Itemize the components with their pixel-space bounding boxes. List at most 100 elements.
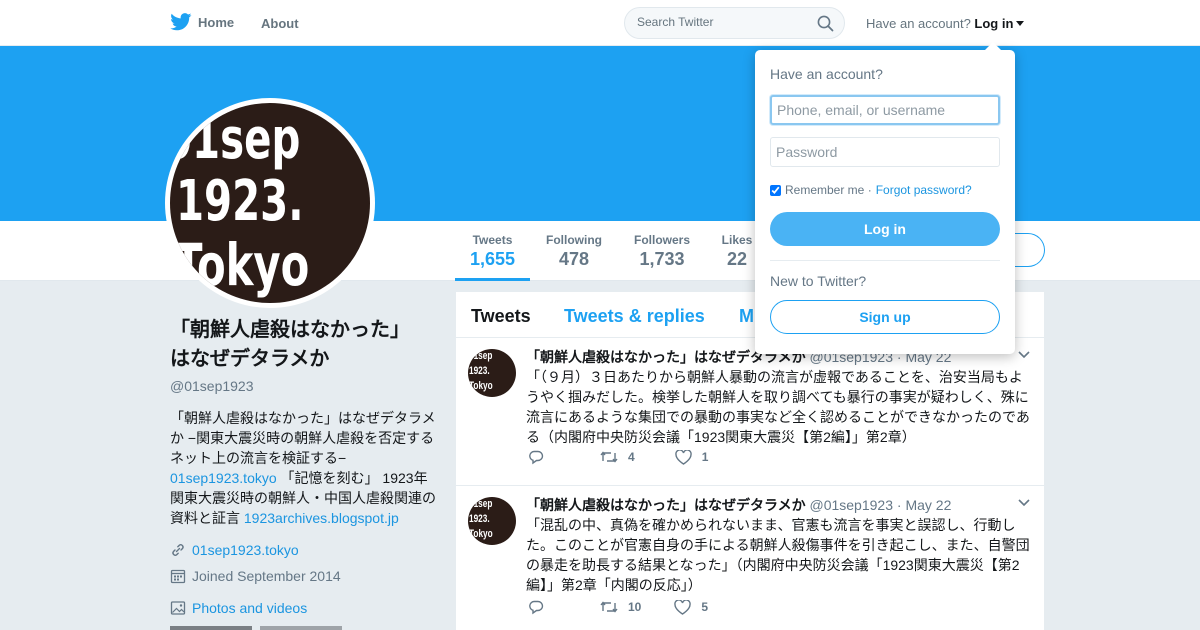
profile-joined-date: Joined September 2014 <box>192 568 341 584</box>
heart-icon <box>674 449 692 465</box>
tweet-author-name[interactable]: 「朝鮮人虐殺はなかった」はなぜデタラメか <box>526 497 806 513</box>
avatar-text-line: 1923. <box>469 513 490 525</box>
username-field[interactable] <box>770 95 1000 125</box>
login-dropdown-toggle[interactable]: Log in <box>974 16 1025 31</box>
tweet-text: 「混乱の中、真偽を確かめられないまま、官憲も流言を事実と誤認し、行動した。このこ… <box>526 517 1030 593</box>
reply-icon <box>529 600 544 615</box>
new-to-twitter-text: New to Twitter? <box>770 273 867 289</box>
stat-value: 22 <box>726 249 748 269</box>
search-box[interactable] <box>624 7 845 39</box>
avatar-text-line: 1923. <box>176 169 304 234</box>
login-button[interactable]: Log in <box>770 212 1000 246</box>
bio-text: 「朝鮮人虐殺はなかった」はなぜデタラメか −関東大震災時の朝鮮人虐殺を否定するネ… <box>170 410 436 466</box>
like-button[interactable]: 1 <box>674 449 709 465</box>
retweet-count: 10 <box>628 600 642 614</box>
dropdown-divider <box>770 260 1000 261</box>
tweet-date[interactable]: · May 22 <box>897 497 951 513</box>
retweet-button[interactable]: 4 <box>600 450 635 464</box>
stat-tweets[interactable]: Tweets 1,655 <box>455 233 530 281</box>
photo-thumbnail[interactable] <box>260 626 342 630</box>
search-input[interactable] <box>637 15 807 29</box>
profile-name-line: はなぜデタラメか <box>170 348 330 370</box>
tweet[interactable]: 01sep 1923. Tokyo 「朝鮮人虐殺はなかった」はなぜデタラメか @… <box>456 339 1044 486</box>
signup-button[interactable]: Sign up <box>770 300 1000 334</box>
stat-value: 478 <box>558 249 590 269</box>
retweet-icon <box>600 601 618 613</box>
remember-me-checkbox[interactable] <box>770 184 781 196</box>
tweet-author-handle[interactable]: @01sep1923 <box>809 497 893 513</box>
stat-label: Likes <box>721 233 753 247</box>
bio-link[interactable]: 1923archives.blogspot.jp <box>244 510 399 526</box>
reply-button[interactable] <box>528 599 544 615</box>
profile-website-link[interactable]: 01sep1923.tokyo <box>192 542 299 558</box>
remember-me-label[interactable]: Remember me · <box>785 183 872 197</box>
avatar-text-line: Tokyo <box>469 528 493 540</box>
avatar-text-line: Tokyo <box>469 380 493 392</box>
reply-icon <box>529 450 544 465</box>
photos-videos-link[interactable]: Photos and videos <box>192 600 307 616</box>
search-icon[interactable] <box>817 15 834 32</box>
stat-likes[interactable]: Likes 22 <box>716 233 758 270</box>
dropdown-title: Have an account? <box>770 66 883 82</box>
password-field[interactable] <box>770 137 1000 167</box>
nav-home-link[interactable]: Home <box>170 13 234 31</box>
profile-name-line: 「朝鮮人虐殺はなかった」 <box>170 319 410 341</box>
avatar-text-line: 1923. <box>469 365 490 377</box>
bio-link[interactable]: 01sep1923.tokyo <box>170 470 277 486</box>
profile-sidebar: 「朝鮮人虐殺はなかった」 はなぜデタラメか @01sep1923 「朝鮮人虐殺は… <box>170 316 440 630</box>
stat-label: Followers <box>633 233 690 247</box>
profile-website-row: 01sep1923.tokyo <box>170 542 440 558</box>
account-prompt: Have an account? Log in <box>866 16 1025 31</box>
avatar-text-line: 01sep <box>469 350 493 362</box>
chevron-down-icon[interactable] <box>1018 499 1030 507</box>
reply-button[interactable] <box>528 449 544 465</box>
remember-row: Remember me · Forgot password? <box>770 183 972 197</box>
tab-media[interactable]: M <box>739 306 754 327</box>
like-count: 1 <box>701 450 709 464</box>
nav-home-label: Home <box>198 14 235 30</box>
link-icon <box>172 544 184 556</box>
nav-about-link[interactable]: About <box>261 16 299 31</box>
twitter-bird-icon <box>170 13 192 31</box>
avatar-text-line: Tokyo <box>174 231 310 299</box>
photo-thumbnail[interactable] <box>170 626 252 630</box>
avatar-text-line: 01sep <box>170 107 301 172</box>
retweet-icon <box>600 451 618 463</box>
have-account-text: Have an account? <box>866 16 971 31</box>
calendar-icon <box>170 569 186 584</box>
photos-videos-row: Photos and videos <box>170 600 440 616</box>
dropdown-arrow <box>985 42 1001 50</box>
tweet-text: 「（９月）３日あたりから朝鮮人暴動の流言が虚報であることを、治安当局もようやく掴… <box>526 369 1030 445</box>
stat-followers[interactable]: Followers 1,733 <box>627 233 697 270</box>
tweet-actions: 4 1 <box>528 449 708 465</box>
tweet-header: 「朝鮮人虐殺はなかった」はなぜデタラメか @01sep1923 · May 22 <box>526 495 951 515</box>
avatar-text-line: 01sep <box>469 498 493 510</box>
tweet[interactable]: 01sep 1923. Tokyo 「朝鮮人虐殺はなかった」はなぜデタラメか @… <box>456 487 1044 630</box>
photo-icon <box>170 601 186 615</box>
heart-icon <box>674 599 692 615</box>
retweet-count: 4 <box>628 450 635 464</box>
stat-value: 1,655 <box>469 249 516 269</box>
stat-label: Tweets <box>472 233 513 247</box>
profile-avatar[interactable]: 01sep 1923. Tokyo <box>165 98 375 308</box>
stat-following[interactable]: Following 478 <box>540 233 608 270</box>
login-dropdown: Have an account? Remember me · Forgot pa… <box>755 42 1015 354</box>
profile-handle[interactable]: @01sep1923 <box>170 378 440 394</box>
stat-value: 1,733 <box>639 249 685 269</box>
tab-tweets[interactable]: Tweets <box>471 306 531 327</box>
tab-tweets-replies[interactable]: Tweets & replies <box>564 306 705 327</box>
tweet-avatar[interactable]: 01sep 1923. Tokyo <box>468 497 516 545</box>
top-navigation-bar: Home About Have an account? Log in <box>0 0 1200 46</box>
avatar-image: 01sep 1923. Tokyo <box>170 103 370 303</box>
profile-name[interactable]: 「朝鮮人虐殺はなかった」 はなぜデタラメか <box>170 316 440 374</box>
caret-down-icon <box>1016 21 1025 26</box>
chevron-down-icon[interactable] <box>1018 351 1030 359</box>
forgot-password-link[interactable]: Forgot password? <box>876 183 972 197</box>
tweet-actions: 10 5 <box>528 599 708 615</box>
retweet-button[interactable]: 10 <box>600 600 641 614</box>
tweet-avatar[interactable]: 01sep 1923. Tokyo <box>468 349 516 397</box>
profile-bio: 「朝鮮人虐殺はなかった」はなぜデタラメか −関東大震災時の朝鮮人虐殺を否定するネ… <box>170 408 440 528</box>
like-button[interactable]: 5 <box>674 599 708 615</box>
stat-label: Following <box>546 233 602 247</box>
profile-joined-row: Joined September 2014 <box>170 568 440 584</box>
